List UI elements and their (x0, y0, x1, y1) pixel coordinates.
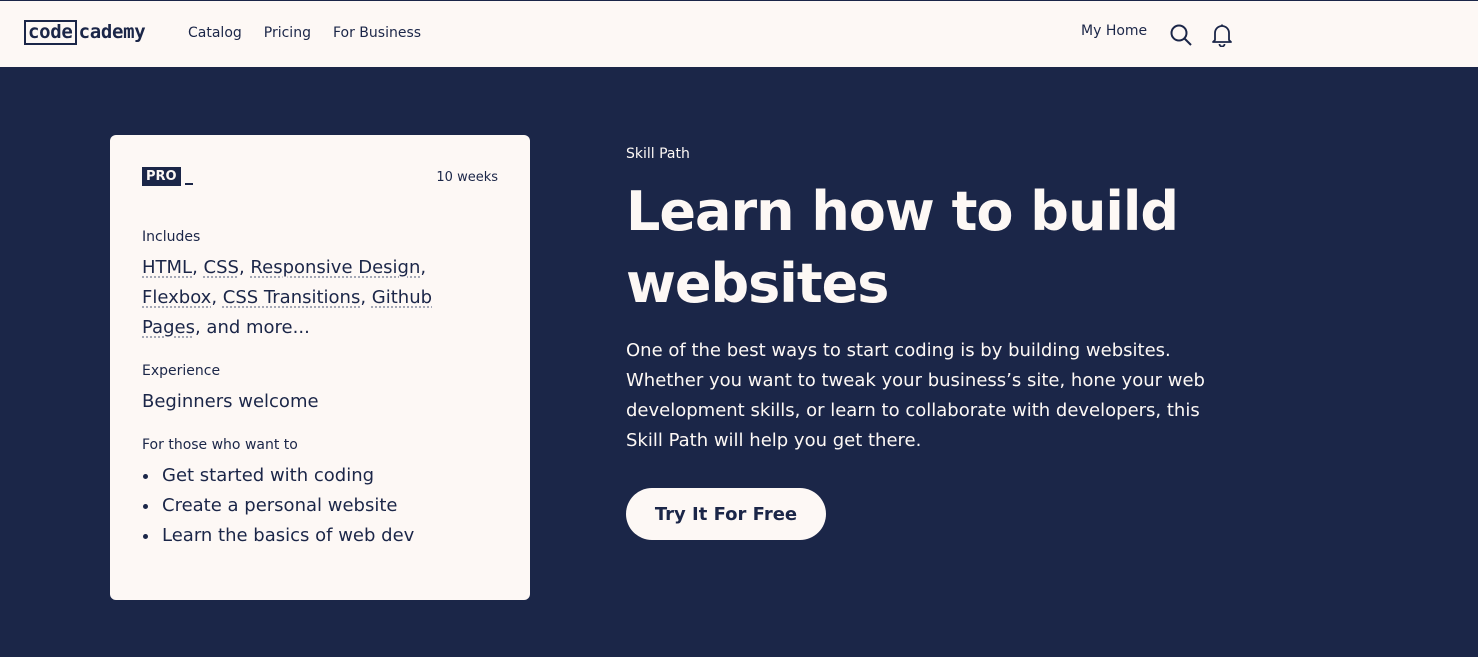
experience-label: Experience (142, 363, 221, 379)
logo-cademy-text: cademy (78, 21, 146, 43)
include-item[interactable]: CSS Transitions (223, 287, 361, 308)
include-item[interactable]: HTML (142, 257, 192, 278)
nav-for-business[interactable]: For Business (333, 25, 421, 41)
includes-label: Includes (142, 229, 201, 245)
hero-description: One of the best ways to start coding is … (626, 340, 1205, 451)
top-nav-bar: code cademy Catalog Pricing For Business … (0, 0, 1478, 67)
nav-pricing[interactable]: Pricing (264, 25, 311, 41)
nav-catalog[interactable]: Catalog (188, 25, 242, 41)
skill-path-eyebrow: Skill Path (626, 146, 690, 162)
my-home-link[interactable]: My Home (1081, 23, 1147, 39)
pro-label: PRO (142, 167, 181, 186)
include-item[interactable]: Flexbox (142, 287, 211, 308)
user-nav: My Home (1081, 23, 1147, 39)
page-title: Learn how to build websites (626, 180, 1179, 315)
search-icon[interactable] (1169, 23, 1193, 47)
include-item[interactable]: CSS (204, 257, 239, 278)
codecademy-logo[interactable]: code cademy (24, 19, 146, 45)
goal-item: Get started with coding (142, 461, 414, 491)
includes-list: HTML, CSS, Responsive Design, Flexbox, C… (142, 257, 433, 338)
bell-icon[interactable] (1211, 23, 1233, 47)
for-those-label: For those who want to (142, 437, 298, 453)
goal-item: Create a personal website (142, 491, 414, 521)
duration-label: 10 weeks (436, 170, 498, 185)
include-item[interactable]: Responsive Design (250, 257, 420, 278)
pro-cursor (184, 183, 193, 185)
experience-value: Beginners welcome (142, 391, 319, 412)
goals-list: Get started with coding Create a persona… (142, 461, 414, 551)
skill-path-info-card: PRO 10 weeks Includes HTML, CSS, Respons… (110, 135, 530, 600)
logo-code-box: code (24, 19, 77, 45)
includes-suffix: , and more... (194, 317, 310, 338)
try-it-for-free-button[interactable]: Try It For Free (626, 488, 826, 540)
main-nav: Catalog Pricing For Business (188, 25, 443, 41)
goal-item: Learn the basics of web dev (142, 521, 414, 551)
pro-badge: PRO (142, 167, 193, 186)
